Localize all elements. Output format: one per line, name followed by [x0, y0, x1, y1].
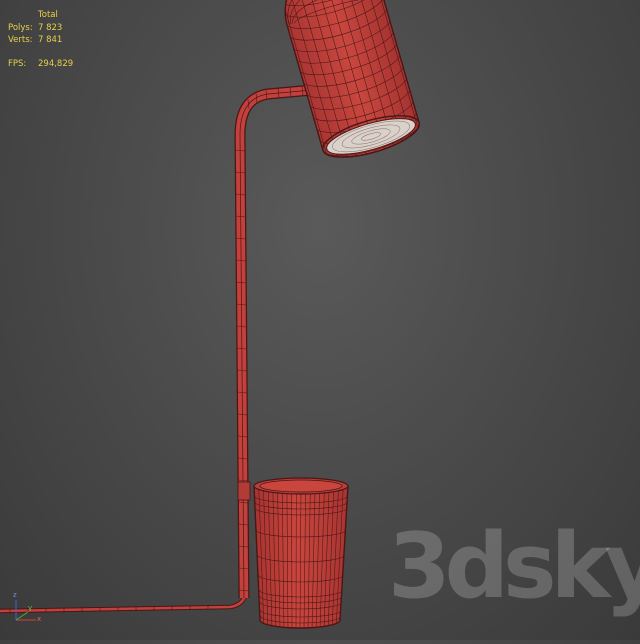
3dsky-watermark: 3dsky [388, 522, 640, 612]
verts-label: Verts: [8, 34, 33, 47]
fps-value: 294,829 [38, 58, 73, 71]
3d-viewport[interactable]: Total Polys: 7 823 Verts: 7 841 FPS: 294… [0, 0, 640, 640]
axis-z-label: z [13, 591, 17, 599]
stats-header: Total [38, 9, 58, 22]
polys-value: 7 823 [38, 22, 62, 35]
verts-value: 7 841 [38, 34, 62, 47]
axis-tripod-icon: x z y [6, 594, 46, 630]
lamp-base-pot [254, 478, 348, 630]
axis-y-label: y [28, 604, 32, 612]
axis-x-label: x [37, 615, 41, 623]
polys-label: Polys: [8, 22, 33, 35]
fps-label: FPS: [8, 58, 26, 71]
